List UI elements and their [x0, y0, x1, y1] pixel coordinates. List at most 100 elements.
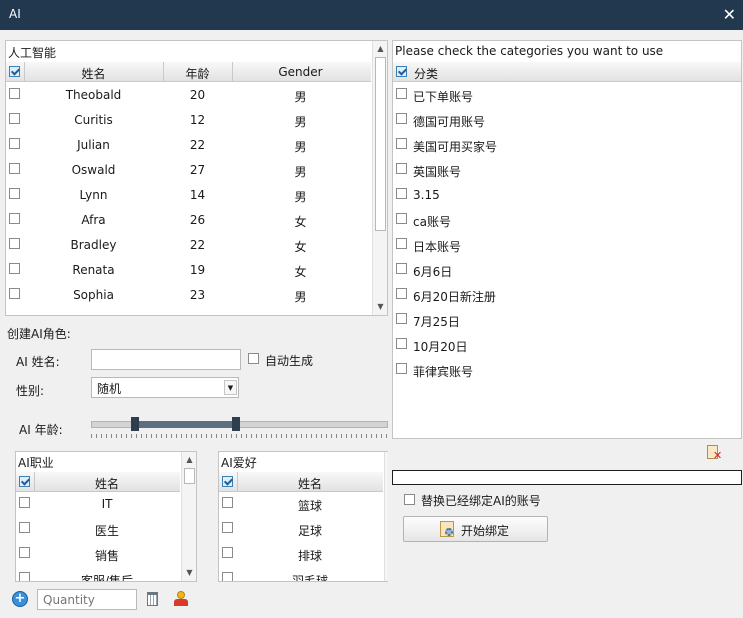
category-item[interactable]: 已下单账号 — [393, 82, 741, 107]
row-checkbox[interactable] — [9, 263, 20, 274]
category-item[interactable]: 德国可用账号 — [393, 107, 741, 132]
select-all-checkbox[interactable] — [9, 66, 20, 77]
table-row[interactable]: Sophia 23 男 — [6, 282, 371, 307]
cell-gender: 男 — [294, 290, 307, 304]
scroll-up-icon[interactable]: ▲ — [182, 452, 196, 468]
cell-age: 22 — [189, 138, 206, 152]
list-item[interactable]: 医生 — [16, 517, 180, 542]
auto-generate-checkbox[interactable] — [248, 353, 259, 364]
scroll-down-icon[interactable]: ▼ — [373, 299, 387, 315]
item-checkbox[interactable] — [222, 547, 233, 558]
category-checkbox[interactable] — [396, 288, 407, 299]
scroll-down-icon[interactable]: ▼ — [182, 565, 196, 581]
table-row[interactable]: Lynn 14 男 — [6, 182, 371, 207]
close-icon[interactable]: ✕ — [723, 5, 736, 24]
scroll-thumb[interactable] — [375, 57, 386, 231]
scroll-thumb[interactable] — [184, 468, 195, 484]
list-item[interactable]: 足球 — [219, 517, 383, 542]
chevron-down-icon[interactable]: ▼ — [224, 380, 237, 395]
col-header-age[interactable]: 年龄 — [163, 65, 232, 82]
item-checkbox[interactable] — [222, 572, 233, 581]
item-checkbox[interactable] — [222, 522, 233, 533]
ai-table-scrollbar[interactable]: ▲ ▼ — [372, 41, 387, 315]
row-checkbox[interactable] — [9, 113, 20, 124]
row-checkbox[interactable] — [9, 138, 20, 149]
row-checkbox[interactable] — [9, 213, 20, 224]
category-checkbox[interactable] — [396, 88, 407, 99]
item-checkbox[interactable] — [19, 547, 30, 558]
table-row[interactable]: Renata 19 女 — [6, 257, 371, 282]
replace-bound-checkbox[interactable] — [404, 494, 415, 505]
start-bind-button[interactable]: 开始绑定 — [403, 516, 548, 542]
category-item[interactable]: 3.15 — [393, 182, 741, 207]
category-checkbox[interactable] — [396, 138, 407, 149]
trash-icon[interactable] — [147, 592, 158, 606]
list-item[interactable]: 羽毛球 — [219, 567, 383, 581]
category-item[interactable]: 6月20日新注册 — [393, 282, 741, 307]
category-checkbox[interactable] — [396, 163, 407, 174]
job-list-scrollbar[interactable]: ▲ ▼ — [181, 452, 196, 581]
item-checkbox[interactable] — [19, 522, 30, 533]
category-item[interactable]: 英国账号 — [393, 157, 741, 182]
age-range-slider[interactable] — [91, 415, 388, 441]
categories-body: 已下单账号 德国可用账号 美国可用买家号 英国账号 3.15 ca账号 日本账号 6月6日 6月… — [393, 82, 741, 438]
category-checkbox[interactable] — [396, 213, 407, 224]
category-checkbox[interactable] — [396, 188, 407, 199]
delete-categories-icon[interactable]: ✕ — [707, 445, 722, 461]
create-section-title: 创建AI角色: — [7, 327, 71, 341]
ai-name-input[interactable] — [91, 349, 241, 370]
category-item[interactable]: 日本账号 — [393, 232, 741, 257]
category-item[interactable]: ca账号 — [393, 207, 741, 232]
categories-select-all-checkbox[interactable] — [396, 66, 407, 77]
row-checkbox[interactable] — [9, 163, 20, 174]
list-item[interactable]: 排球 — [219, 542, 383, 567]
category-checkbox[interactable] — [396, 338, 407, 349]
item-checkbox[interactable] — [19, 572, 30, 581]
row-checkbox[interactable] — [9, 238, 20, 249]
scroll-up-icon[interactable]: ▲ — [373, 41, 387, 57]
table-row[interactable]: Afra 26 女 — [6, 207, 371, 232]
table-row[interactable]: Oswald 27 男 — [6, 157, 371, 182]
row-checkbox[interactable] — [9, 188, 20, 199]
category-checkbox[interactable] — [396, 263, 407, 274]
ai-age-label: AI 年龄: — [19, 423, 63, 437]
category-checkbox[interactable] — [396, 238, 407, 249]
category-item[interactable]: 10月20日 — [393, 332, 741, 357]
category-item[interactable]: 6月6日 — [393, 257, 741, 282]
hobby-select-all-checkbox[interactable] — [222, 476, 233, 487]
category-checkbox[interactable] — [396, 313, 407, 324]
slider-min-handle[interactable] — [131, 417, 139, 431]
clear-icon[interactable] — [174, 591, 188, 606]
table-row[interactable]: Curitis 12 男 — [6, 107, 371, 132]
item-checkbox[interactable] — [222, 497, 233, 508]
list-item[interactable]: 销售 — [16, 542, 180, 567]
job-select-all-checkbox[interactable] — [19, 476, 30, 487]
hobby-list-scrollbar[interactable]: ▲ ▼ — [384, 452, 388, 581]
item-checkbox[interactable] — [19, 497, 30, 508]
row-checkbox[interactable] — [9, 288, 20, 299]
add-icon[interactable]: + — [12, 591, 28, 607]
quantity-input[interactable] — [37, 589, 137, 610]
list-item[interactable]: IT — [16, 492, 180, 517]
list-item[interactable]: 篮球 — [219, 492, 383, 517]
category-item[interactable]: 美国可用买家号 — [393, 132, 741, 157]
job-header-name[interactable]: 姓名 — [34, 475, 180, 492]
category-checkbox[interactable] — [396, 113, 407, 124]
col-header-name[interactable]: 姓名 — [24, 65, 163, 82]
gender-select[interactable]: 随机 ▼ — [91, 377, 239, 398]
category-item[interactable]: 菲律宾账号 — [393, 357, 741, 382]
list-item[interactable]: 客服/售后 — [16, 567, 180, 581]
col-header-gender[interactable]: Gender — [232, 65, 369, 79]
categories-header-label[interactable]: 分类 — [414, 65, 438, 82]
category-checkbox[interactable] — [396, 363, 407, 374]
window-title: AI — [9, 7, 21, 21]
row-checkbox[interactable] — [9, 88, 20, 99]
table-row[interactable]: Julian 22 男 — [6, 132, 371, 157]
scroll-up-icon[interactable]: ▲ — [385, 452, 388, 468]
hobby-header-name[interactable]: 姓名 — [237, 475, 383, 492]
table-row[interactable]: Theobald 20 男 — [6, 82, 371, 107]
scroll-down-icon[interactable]: ▼ — [385, 565, 388, 581]
category-item[interactable]: 7月25日 — [393, 307, 741, 332]
slider-max-handle[interactable] — [232, 417, 240, 431]
table-row[interactable]: Bradley 22 女 — [6, 232, 371, 257]
